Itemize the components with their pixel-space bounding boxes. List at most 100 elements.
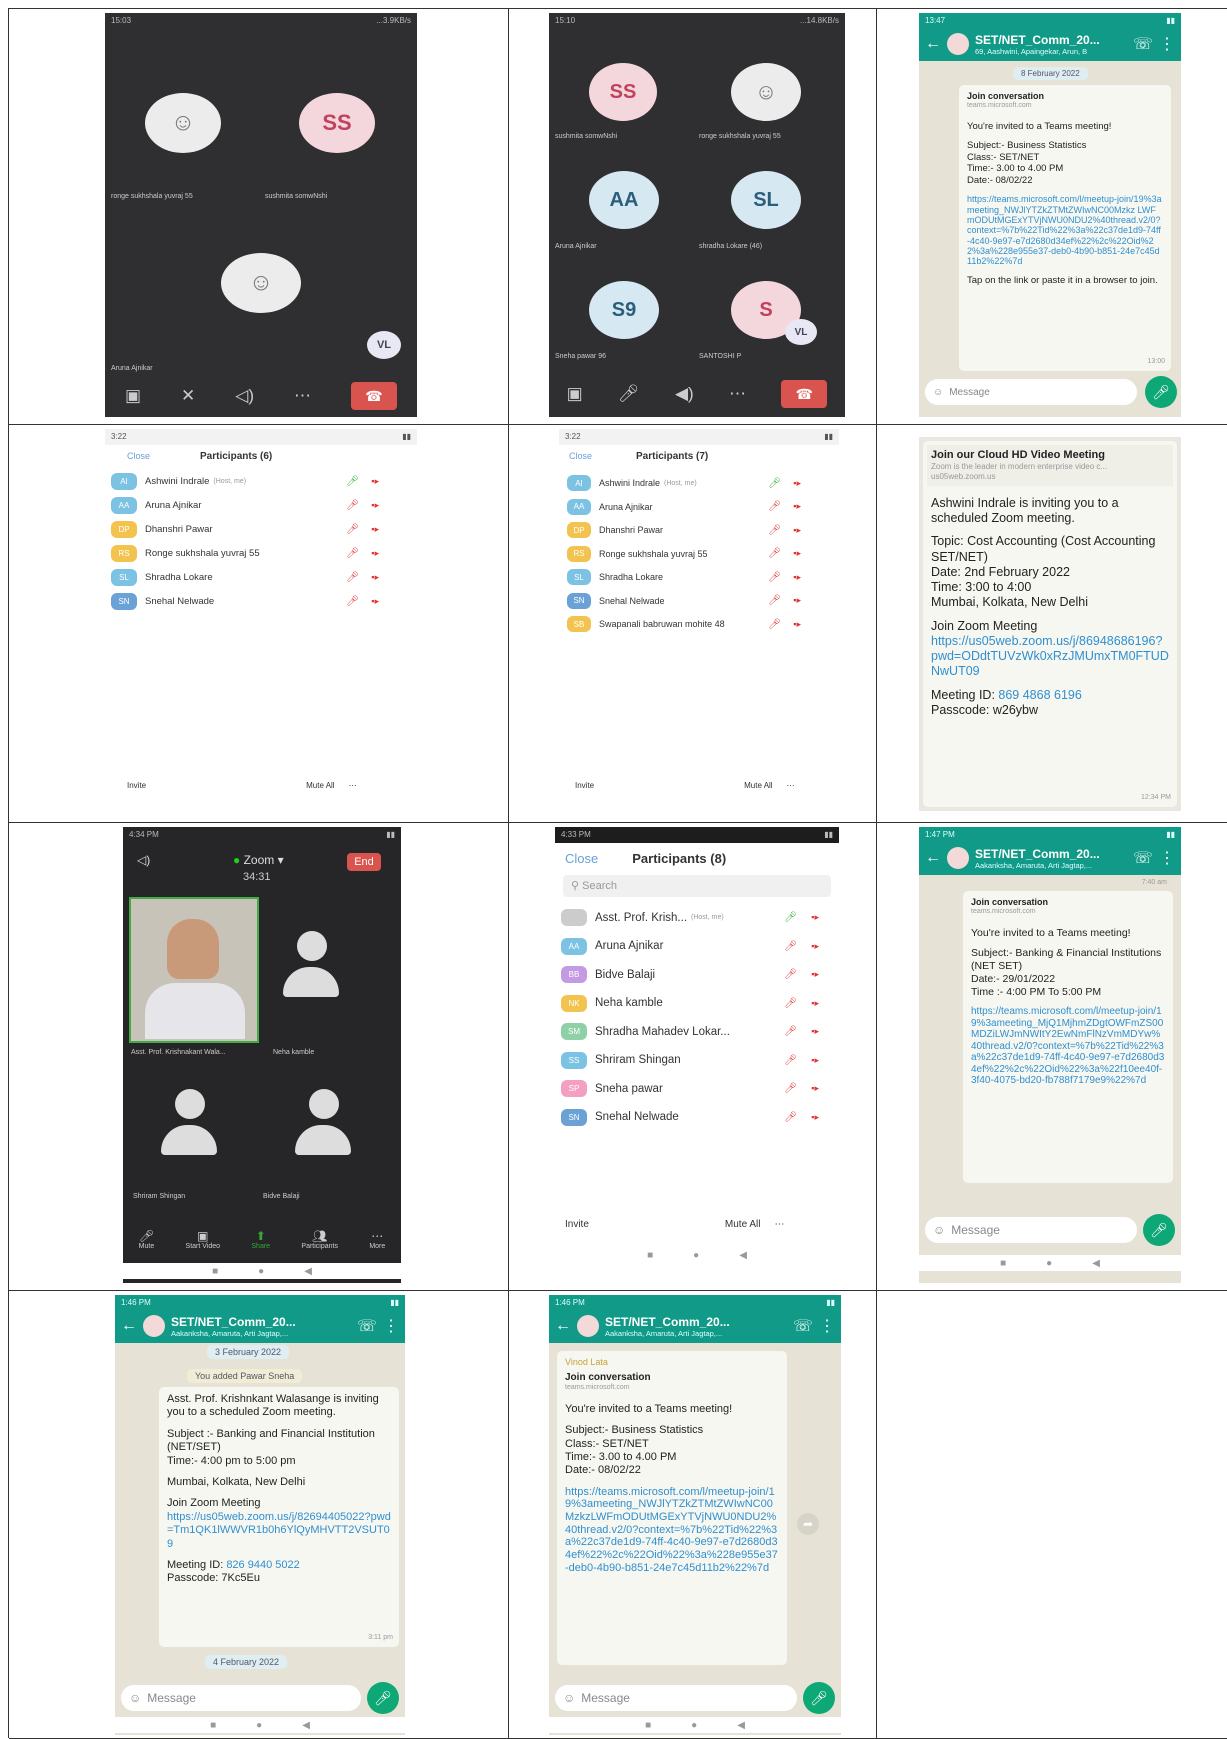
mute-control[interactable]: 🎤︎ Mute [139,1229,155,1261]
join-conversation[interactable]: Join conversation [565,1372,779,1384]
forward-icon[interactable]: ➦ [797,1513,819,1535]
participant-row[interactable]: DP Dhanshri Pawar 🎤︎ ▪▸ [105,521,417,538]
close-button[interactable]: Close [127,451,150,462]
participant-row[interactable]: Asst. Prof. Krish... (Host, me) 🎤︎ ▪▸ [555,909,839,926]
message-input[interactable]: ☺ Message [121,1685,361,1711]
back-icon[interactable]: ◀ [302,1720,310,1731]
chat-title[interactable]: SET/NET_Comm_20... [975,33,1127,47]
recents-icon[interactable]: ■ [212,1266,218,1277]
more-icon[interactable]: ⋯ [774,1219,784,1230]
more-icon[interactable]: ⋯ [787,781,795,790]
emoji-icon[interactable]: ☺ [129,1691,141,1705]
recents-icon[interactable]: ■ [647,1250,653,1261]
participant-row[interactable]: RS Ronge sukhshala yuvraj 55 🎤︎ ▪▸ [105,545,417,562]
invite-button[interactable]: Invite [127,781,146,790]
meeting-id[interactable]: 869 4868 6196 [998,688,1081,702]
mic-off-icon[interactable]: ✕ [181,386,195,406]
back-arrow-icon[interactable]: ← [925,35,941,53]
participant-row[interactable]: SL Shradha Lokare 🎤︎ ▪▸ [559,569,839,585]
mic-icon[interactable]: 🎤︎ [618,384,640,404]
meeting-id[interactable]: 826 9440 5022 [226,1559,299,1571]
menu-icon[interactable]: ⋮ [1159,34,1175,54]
home-icon[interactable]: ● [693,1250,699,1261]
meeting-link[interactable]: https://teams.microsoft.com/l/meetup-joi… [971,1006,1165,1087]
recents-icon[interactable]: ■ [1000,1258,1006,1269]
participants-control[interactable]: 👥︎ Participants [301,1229,338,1261]
call-icon[interactable]: ☏ [1133,34,1153,54]
video-off-icon[interactable]: ▣ [567,384,583,404]
zoom-link[interactable]: https://us05web.zoom.us/j/86948686196?pw… [931,634,1169,680]
participant-row[interactable]: SS Shriram Shingan 🎤︎ ▪▸ [555,1051,839,1069]
more-icon[interactable]: ⋯ [349,781,357,790]
preview-card[interactable]: Join our Cloud HD Video Meeting Zoom is … [927,445,1173,486]
mute-all-button[interactable]: Mute All [725,1219,761,1230]
group-avatar[interactable] [947,33,969,55]
participant-row[interactable]: AA Aruna Ajnikar 🎤︎ ▪▸ [559,498,839,515]
invite-button[interactable]: Invite [565,1219,589,1230]
menu-icon[interactable]: ⋮ [383,1316,399,1336]
group-avatar[interactable] [577,1315,599,1337]
speaker-icon[interactable]: ◁) [235,386,254,406]
participant-row[interactable]: SL Shradha Lokare 🎤︎ ▪▸ [105,569,417,586]
hang-up-button[interactable]: ☎ [350,382,397,410]
mute-all-button[interactable]: Mute All [744,781,772,790]
participant-row[interactable]: RS Ronge sukhshala yuvraj 55 🎤︎ ▪▸ [559,545,839,562]
participant-row[interactable]: SN Snehal Nelwade 🎤︎ ▪▸ [105,593,417,610]
menu-icon[interactable]: ⋮ [1159,848,1175,868]
participant-row[interactable]: AA Aruna Ajnikar 🎤︎ ▪▸ [555,937,839,955]
more-icon[interactable]: ⋯ [294,386,311,406]
emoji-icon[interactable]: ☺ [933,387,943,398]
back-icon[interactable]: ◀ [304,1266,312,1277]
group-avatar[interactable] [143,1315,165,1337]
mic-button[interactable]: 🎤︎ [367,1682,399,1714]
close-button[interactable]: Close [569,451,592,462]
hang-up-button[interactable]: ☎ [781,380,828,408]
join-conversation[interactable]: Join conversation [971,897,1165,908]
meeting-link[interactable]: https://teams.microsoft.com/l/meetup-joi… [967,194,1163,266]
message-input[interactable]: ☺ Message [925,1217,1137,1243]
back-arrow-icon[interactable]: ← [121,1317,137,1335]
message-input[interactable]: ☺ Message [925,379,1137,405]
back-icon[interactable]: ◀ [739,1250,747,1261]
end-button[interactable]: End [347,853,381,871]
participant-row[interactable]: DP Dhanshri Pawar 🎤︎ ▪▸ [559,522,839,538]
close-button[interactable]: Close [565,851,598,866]
chat-title[interactable]: SET/NET_Comm_20... [171,1315,351,1329]
mic-button[interactable]: 🎤︎ [803,1682,835,1714]
home-icon[interactable]: ● [258,1266,264,1277]
video-off-icon[interactable]: ▣ [125,386,141,406]
back-arrow-icon[interactable]: ← [925,849,941,867]
meeting-link[interactable]: https://teams.microsoft.com/l/meetup-joi… [565,1486,779,1574]
back-arrow-icon[interactable]: ← [555,1317,571,1335]
home-icon[interactable]: ● [691,1720,697,1731]
more-control[interactable]: ⋯ More [369,1229,385,1261]
mic-button[interactable]: 🎤︎ [1145,376,1177,408]
menu-icon[interactable]: ⋮ [819,1316,835,1336]
participant-row[interactable]: SB Swapanali babruwan mohite 48 🎤︎ ▪▸ [559,616,839,632]
participant-row[interactable]: BB Bidve Balaji 🎤︎ ▪▸ [555,966,839,983]
group-avatar[interactable] [947,847,969,869]
recents-icon[interactable]: ■ [210,1720,216,1731]
join-conversation[interactable]: Join conversation [967,91,1163,102]
more-icon[interactable]: ⋯ [729,384,746,404]
message-input[interactable]: ☺ Message [555,1685,797,1711]
invite-button[interactable]: Invite [575,781,594,790]
participant-row[interactable]: SN Snehal Nelwade 🎤︎ ▪▸ [559,592,839,609]
zoom-link[interactable]: https://us05web.zoom.us/j/82694405022?pw… [167,1511,391,1551]
participant-row[interactable]: NK Neha kamble 🎤︎ ▪▸ [555,994,839,1012]
back-icon[interactable]: ◀ [737,1720,745,1731]
participant-row[interactable]: AA Aruna Ajnikar 🎤︎ ▪▸ [105,497,417,514]
call-icon[interactable]: ☏ [357,1316,377,1336]
video-control[interactable]: ▣ Start Video [186,1229,221,1261]
emoji-icon[interactable]: ☺ [563,1691,575,1705]
emoji-icon[interactable]: ☺ [933,1223,945,1237]
participant-row[interactable]: AI Ashwini Indrale (Host, me) 🎤︎ ▪▸ [559,475,839,491]
call-icon[interactable]: ☏ [1133,848,1153,868]
mic-button[interactable]: 🎤︎ [1143,1214,1175,1246]
participant-row[interactable]: SN Snehal Nelwade 🎤︎ ▪▸ [555,1108,839,1126]
mute-all-button[interactable]: Mute All [306,781,334,790]
search-input[interactable]: ⚲ Search [563,875,831,897]
participant-row[interactable]: AI Ashwini Indrale (Host, me) 🎤︎ ▪▸ [105,473,417,490]
participant-row[interactable]: SP Sneha pawar 🎤︎ ▪▸ [555,1080,839,1097]
speaker-icon[interactable]: ◀) [675,384,694,404]
